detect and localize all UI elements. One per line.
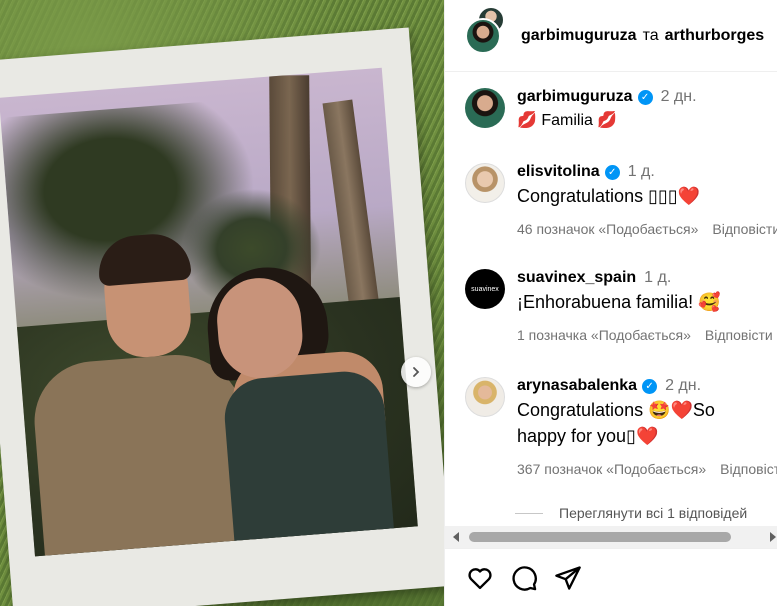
smiling-hearts-emoji: 🥰 — [698, 292, 721, 312]
comment-time[interactable]: 1 д. — [644, 269, 671, 287]
comment-likes[interactable]: 1 позначка «Подобається» — [517, 327, 691, 343]
comment-text: ¡Enhorabuena familia! 🥰 — [517, 289, 773, 315]
comment-text-part: So — [692, 400, 715, 420]
verified-badge-icon: ✓ — [642, 378, 658, 394]
post-photo-pane — [0, 0, 444, 606]
post-photo — [0, 67, 418, 557]
share-button[interactable] — [553, 563, 583, 593]
collaborator-username[interactable]: arthurborges — [665, 27, 765, 45]
replies-divider — [515, 512, 543, 514]
like-button[interactable] — [465, 563, 495, 593]
reply-button[interactable]: Відповісти — [705, 327, 773, 343]
view-replies-button[interactable]: Переглянути всі 1 відповідей — [515, 505, 747, 521]
reply-button[interactable]: Відповісти — [712, 221, 777, 237]
caption-time[interactable]: 2 дн. — [661, 88, 697, 106]
author-username[interactable]: garbimuguruza — [521, 27, 637, 45]
verified-badge-icon: ✓ — [604, 164, 620, 180]
star-eyes-heart-emoji: 🤩❤️ — [648, 400, 693, 420]
comment-item: arynasabalenka ✓ 2 дн. Congratulations 🤩… — [465, 377, 777, 477]
comment-text: Congratulations ▯▯▯❤️ — [517, 183, 777, 209]
header-conjunction: та — [642, 26, 659, 44]
person-man-body — [30, 349, 257, 557]
comment-text-part: happy for you — [517, 426, 627, 446]
avatar[interactable] — [465, 377, 505, 417]
share-icon — [555, 565, 581, 590]
caption-text-row: 💋 Familia 💋 — [517, 110, 697, 130]
verified-badge-icon: ✓ — [637, 89, 653, 105]
avatar — [465, 17, 501, 54]
horizontal-scrollbar[interactable] — [445, 526, 777, 548]
comment-likes[interactable]: 46 позначок «Подобається» — [517, 221, 698, 237]
comment-button[interactable] — [509, 563, 539, 593]
carousel-next-button[interactable] — [401, 357, 431, 387]
heart-emoji: ❤️ — [677, 186, 701, 206]
avatar[interactable] — [465, 88, 505, 128]
heart-icon — [468, 567, 492, 589]
comment-likes[interactable]: 367 позначок «Подобається» — [517, 461, 706, 477]
avatar[interactable]: suavinex — [465, 269, 505, 309]
person-woman-dress — [221, 368, 397, 557]
caption: garbimuguruza ✓ 2 дн. 💋 Familia 💋 — [465, 88, 777, 130]
comment-username[interactable]: elisvitolina — [517, 163, 600, 181]
comment-item: suavinex suavinex_spain 1 д. ¡Enhorabuen… — [465, 269, 777, 343]
post-header: garbimuguruza та arthurborges — [445, 0, 777, 72]
comments-list: garbimuguruza ✓ 2 дн. 💋 Familia 💋 elisvi… — [445, 72, 777, 526]
comment-icon — [512, 565, 537, 591]
post-sidebar: garbimuguruza та arthurborges garbimugur… — [444, 0, 777, 606]
comment-time[interactable]: 1 д. — [628, 163, 655, 181]
comment-text-part: Congratulations — [517, 400, 649, 420]
polaroid-frame — [0, 27, 444, 606]
lips-emoji: 💋 — [517, 112, 537, 129]
reply-button[interactable]: Відповісти — [720, 461, 777, 477]
view-replies-label: Переглянути всі 1 відповідей — [559, 505, 748, 521]
comment-username[interactable]: suavinex_spain — [517, 269, 636, 287]
comment-item: elisvitolina ✓ 1 д. Congratulations ▯▯▯❤… — [465, 163, 777, 237]
missing-glyphs: ▯▯▯ — [648, 186, 678, 206]
missing-glyphs: ▯ — [626, 426, 636, 446]
comment-text-part: ¡Enhorabuena familia! — [517, 292, 699, 312]
heart-emoji: ❤️ — [635, 426, 659, 446]
avatar[interactable] — [465, 163, 505, 203]
collab-avatars[interactable] — [465, 5, 505, 54]
chevron-right-icon — [413, 367, 420, 377]
comment-time[interactable]: 2 дн. — [665, 377, 701, 395]
scrollbar-thumb[interactable] — [469, 532, 731, 542]
comment-username[interactable]: arynasabalenka — [517, 377, 637, 395]
comment-text-part: Congratulations — [517, 186, 649, 206]
caption-text: Familia — [541, 112, 593, 129]
caption-username[interactable]: garbimuguruza — [517, 88, 633, 106]
scroll-right-icon[interactable] — [770, 532, 776, 542]
avatar-logo-text: suavinex — [471, 285, 499, 293]
lips-emoji: 💋 — [597, 112, 618, 129]
scroll-left-icon[interactable] — [453, 532, 459, 542]
comment-text: Congratulations 🤩❤️So happy for you▯❤️ — [517, 397, 777, 449]
post-actions — [445, 548, 777, 606]
